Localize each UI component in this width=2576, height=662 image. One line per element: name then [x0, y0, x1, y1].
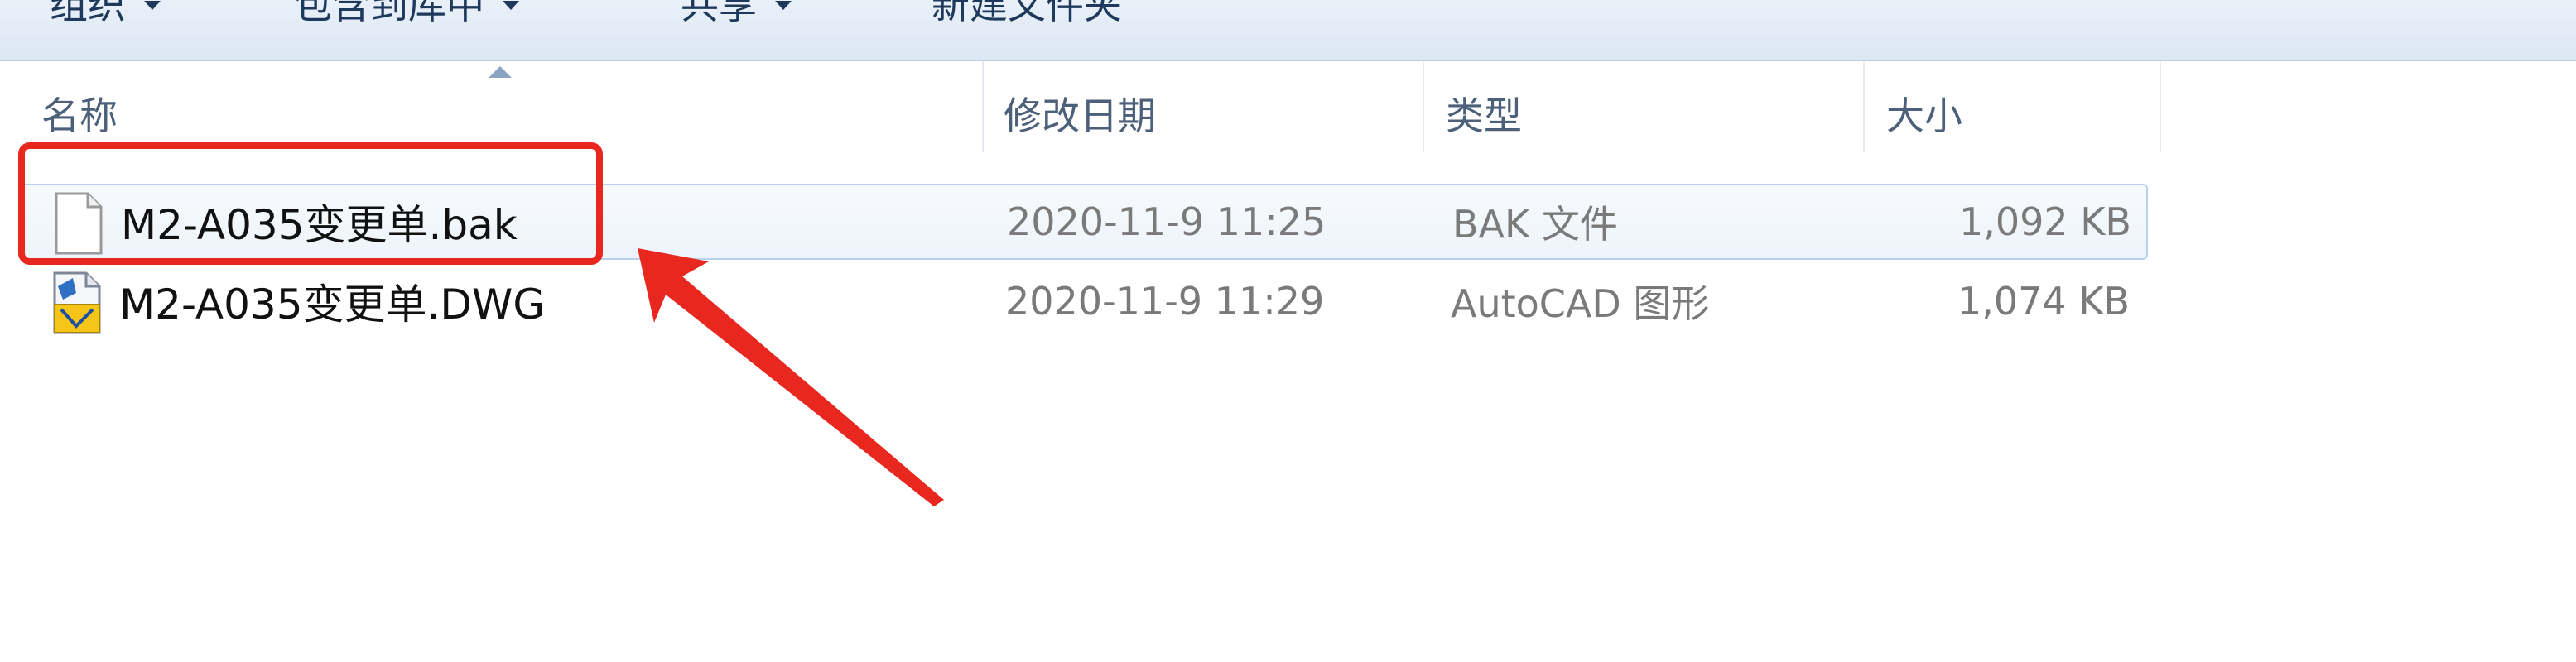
chevron-down-icon: [503, 0, 519, 10]
column-header-row: 名称 修改日期 类型 大小: [0, 61, 2161, 152]
column-name-label: 名称: [41, 94, 118, 138]
share-button[interactable]: 共享: [681, 0, 792, 30]
share-label: 共享: [681, 0, 757, 27]
column-size-label: 大小: [1886, 94, 1962, 138]
column-header-date[interactable]: 修改日期: [984, 61, 1424, 152]
file-row[interactable]: M2-A035变更单.DWG 2020-11-9 11:29 AutoCAD 图…: [18, 265, 2145, 338]
chevron-down-icon: [775, 0, 792, 10]
dwg-file-icon: [53, 271, 101, 334]
new-folder-button[interactable]: 新建文件夹: [932, 0, 1122, 30]
annotation-highlight-box: [18, 142, 603, 265]
include-in-library-button[interactable]: 包含到库中: [294, 0, 519, 30]
file-size: 1,092 KB: [1958, 199, 2131, 244]
column-type-label: 类型: [1446, 94, 1522, 138]
include-in-library-label: 包含到库中: [294, 0, 484, 27]
column-header-size[interactable]: 大小: [1865, 61, 2161, 152]
organize-label: 组织: [50, 0, 126, 27]
file-type: AutoCAD 图形: [1451, 281, 1710, 326]
chevron-down-icon: [144, 0, 161, 10]
column-header-type[interactable]: 类型: [1424, 61, 1865, 152]
column-header-name[interactable]: 名称: [0, 61, 984, 152]
file-type: BAK 文件: [1452, 202, 1618, 247]
column-date-label: 修改日期: [1004, 94, 1156, 138]
command-bar: 组织 包含到库中 共享 新建文件夹: [0, 0, 2576, 61]
file-name: M2-A035变更单.DWG: [119, 281, 546, 329]
new-folder-label: 新建文件夹: [932, 0, 1122, 27]
explorer-window: 组织 包含到库中 共享 新建文件夹 名称 修改日期 类型 大小 M2-A035变…: [0, 0, 2576, 662]
file-date: 2020-11-9 11:25: [1007, 199, 1327, 244]
sort-ascending-icon: [489, 66, 512, 78]
file-size: 1,074 KB: [1957, 279, 2130, 324]
file-date: 2020-11-9 11:29: [1005, 279, 1325, 324]
organize-button[interactable]: 组织: [50, 0, 161, 30]
